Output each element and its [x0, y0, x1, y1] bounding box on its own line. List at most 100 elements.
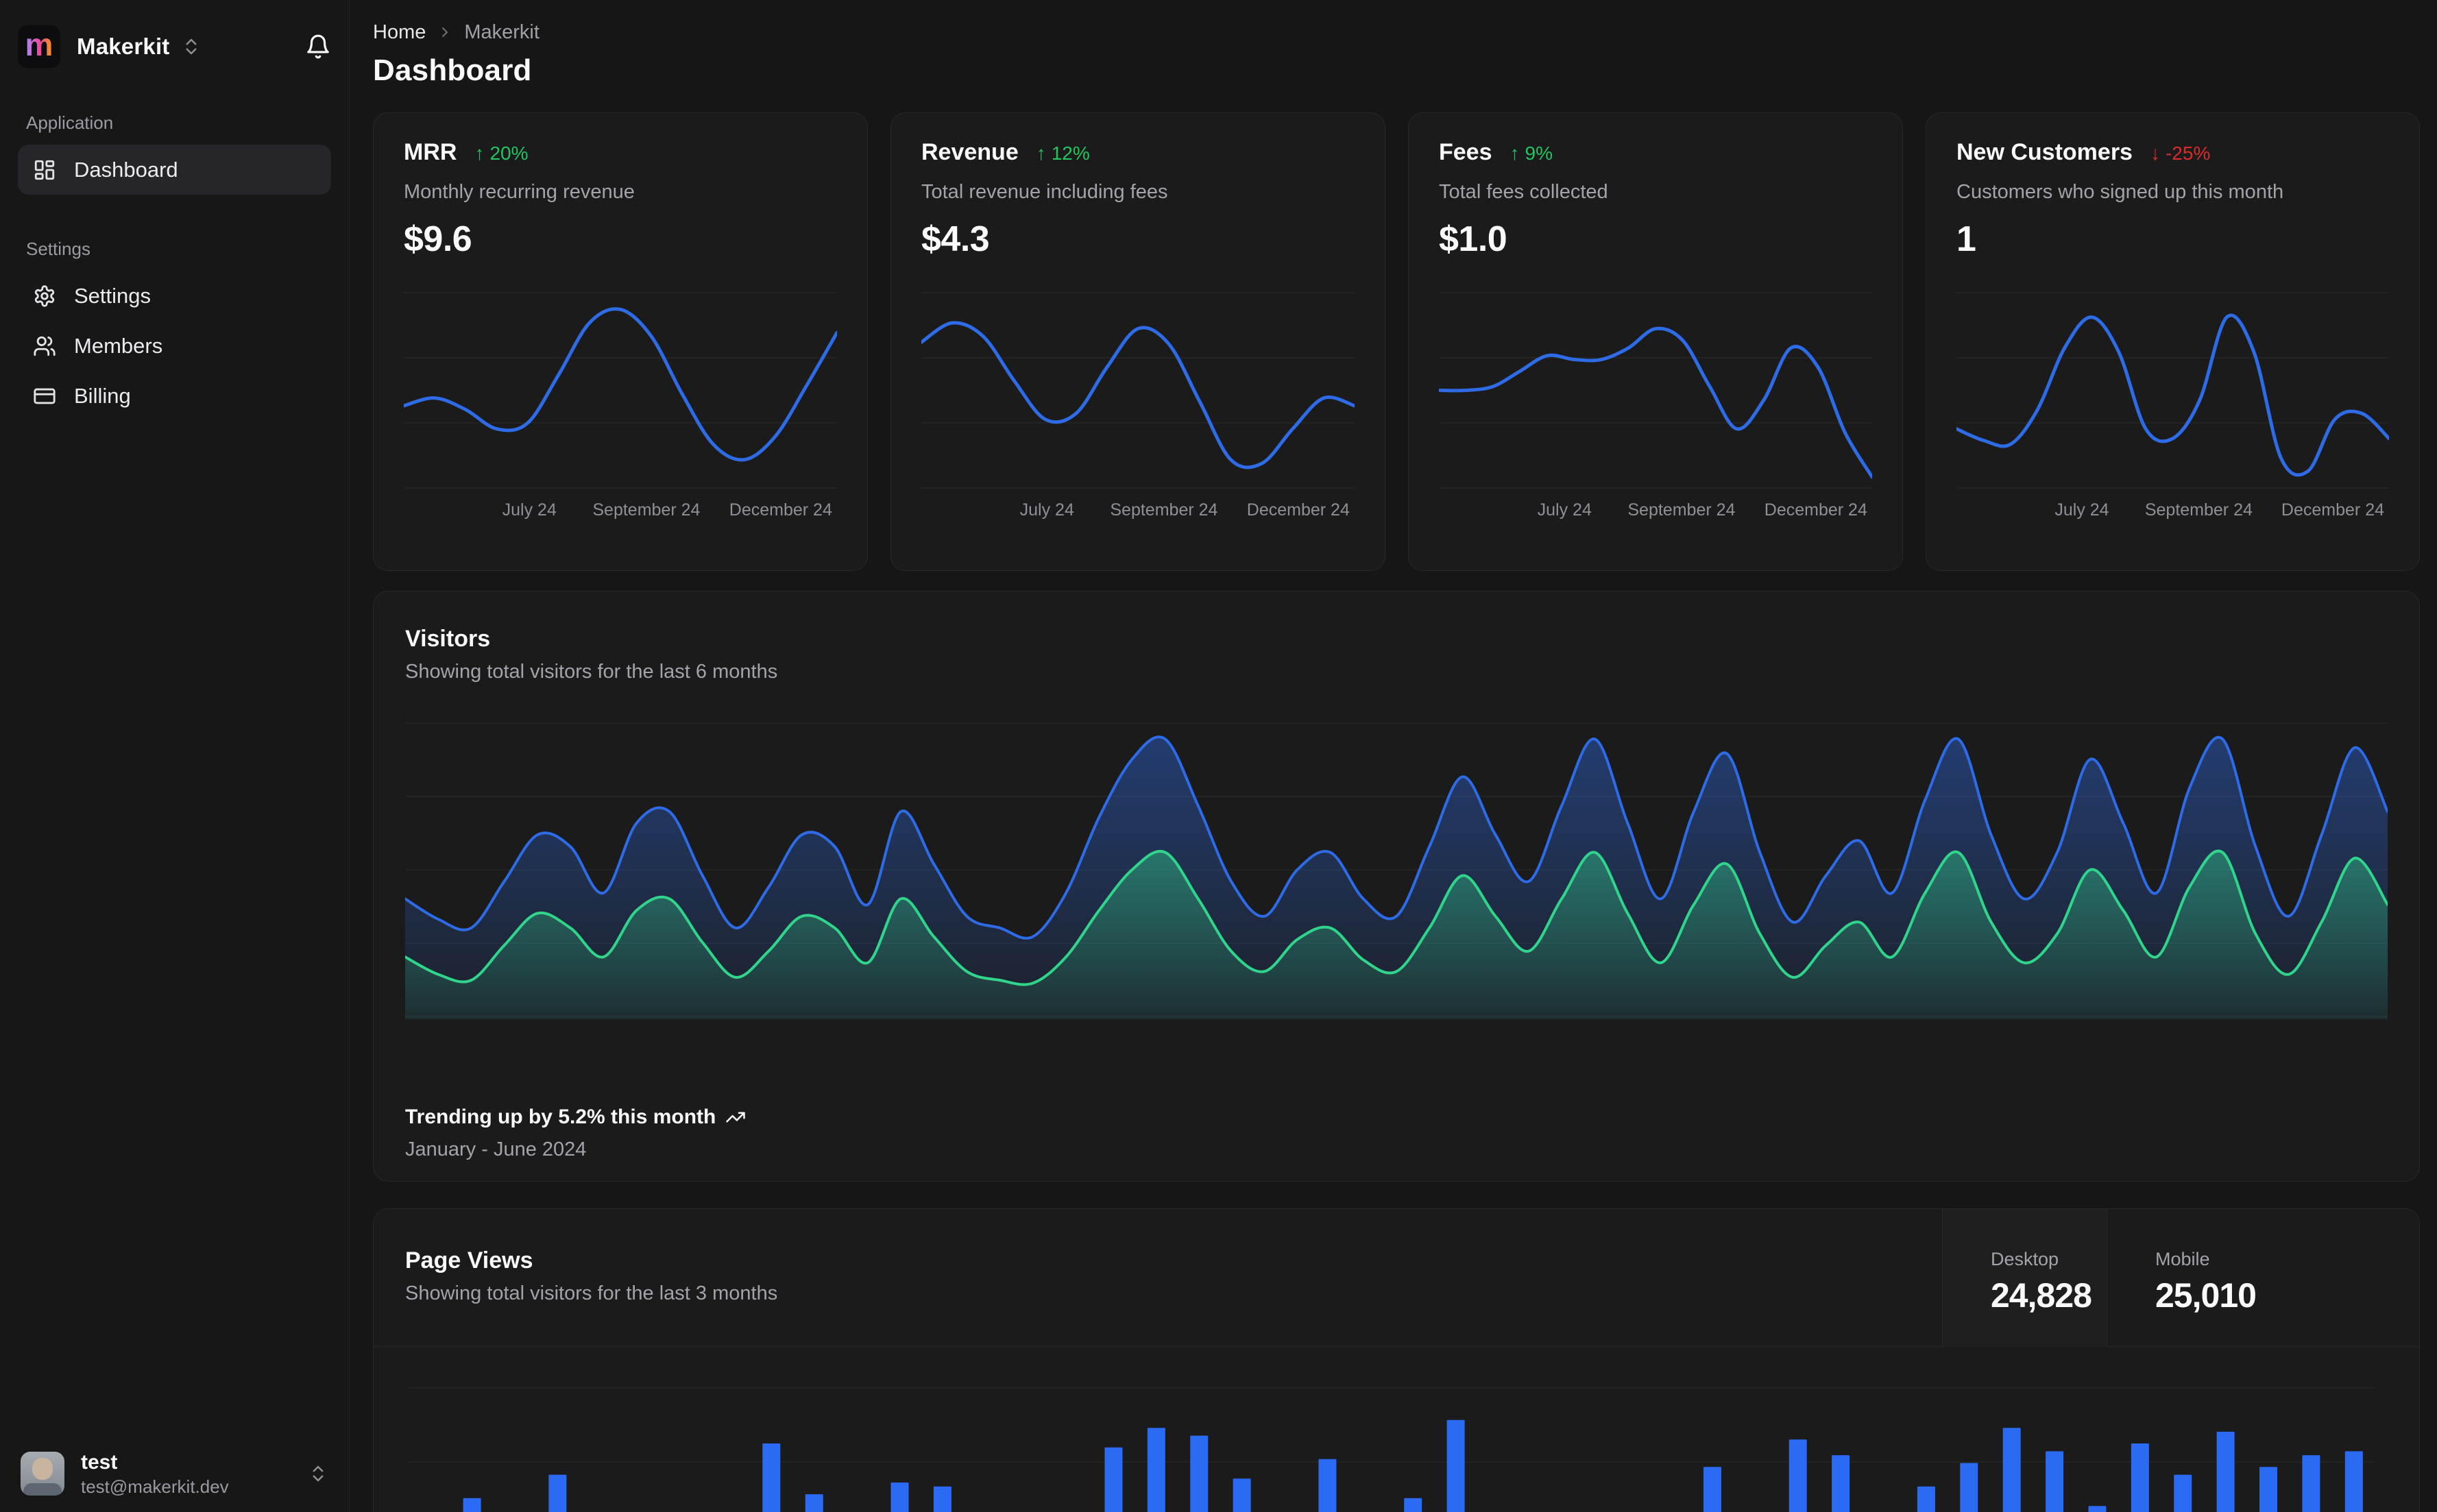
- toggle-value: 24,828: [1991, 1276, 2092, 1315]
- axis-tick: September 24: [1110, 500, 1218, 520]
- sparkline-axis: July 24 September 24 December 24: [1956, 500, 2389, 521]
- trend-value: 12%: [1051, 143, 1090, 164]
- nav-application: Dashboard: [18, 145, 331, 195]
- gear-icon: [33, 284, 56, 308]
- credit-card-icon: [33, 385, 56, 408]
- user-avatar: [21, 1452, 64, 1496]
- axis-tick: December 24: [1764, 500, 1867, 520]
- sidebar-item-label: Dashboard: [74, 157, 178, 182]
- axis-tick: July 24: [2054, 500, 2109, 520]
- axis-tick: September 24: [2144, 500, 2253, 520]
- dashboard-icon: [33, 158, 56, 182]
- stat-card-revenue: Revenue ↑ 12% Total revenue including fe…: [890, 112, 1385, 571]
- visitors-area-chart: [405, 720, 2388, 1019]
- stat-title: Fees: [1439, 139, 1492, 165]
- arrow-up-icon: ↑: [1036, 143, 1046, 164]
- trend-value: 20%: [489, 143, 529, 164]
- device-toggle: Desktop 24,828 Mobile 25,010: [1942, 1209, 2419, 1347]
- toggle-value: 25,010: [2155, 1276, 2257, 1315]
- nav-group-application: Application: [26, 112, 114, 133]
- nav-group-settings: Settings: [26, 239, 90, 259]
- sidebar-item-label: Settings: [74, 283, 151, 308]
- trending-up-icon: [725, 1107, 746, 1127]
- visitors-title: Visitors: [405, 626, 491, 652]
- toggle-label: Desktop: [1991, 1249, 2059, 1269]
- axis-tick: July 24: [502, 500, 557, 520]
- stat-value: $9.6: [404, 219, 472, 259]
- stat-title: MRR: [404, 139, 457, 165]
- main-content: Home Makerkit Dashboard MRR ↑ 20% Monthl…: [350, 0, 2437, 1512]
- stat-value: $4.3: [921, 219, 990, 259]
- stat-card-fees: Fees ↑ 9% Total fees collected $1.0 July…: [1408, 112, 1903, 571]
- stat-description: Total revenue including fees: [921, 181, 1168, 203]
- users-icon: [33, 334, 56, 358]
- arrow-down-icon: ↓: [2150, 143, 2160, 164]
- page-title: Dashboard: [373, 53, 532, 87]
- mrr-sparkline-chart: [404, 290, 837, 491]
- page-views-card: Page Views Showing total visitors for th…: [373, 1208, 2420, 1512]
- dashboard-page: { "sidebar": { "brand": "Makerkit", "sec…: [0, 0, 2437, 1512]
- toggle-label: Mobile: [2155, 1249, 2210, 1269]
- visitors-trend-text: Trending up by 5.2% this month: [405, 1106, 716, 1128]
- visitors-card: Visitors Showing total visitors for the …: [373, 591, 2420, 1182]
- stat-title: New Customers: [1956, 139, 2133, 165]
- axis-tick: December 24: [729, 500, 832, 520]
- stat-description: Total fees collected: [1439, 181, 1608, 203]
- visitors-date-range: January - June 2024: [405, 1138, 587, 1160]
- stat-description: Monthly recurring revenue: [404, 181, 635, 203]
- workspace-selector[interactable]: m Makerkit: [18, 25, 331, 69]
- page-views-bar-chart: [408, 1365, 2375, 1512]
- axis-tick: December 24: [2281, 500, 2385, 520]
- brand-name: Makerkit: [77, 34, 170, 59]
- sparkline-axis: July 24 September 24 December 24: [1439, 500, 1872, 521]
- stat-value: 1: [1956, 219, 1976, 259]
- axis-tick: September 24: [1627, 500, 1736, 520]
- visitors-footer: Trending up by 5.2% this month January -…: [405, 1106, 2388, 1161]
- visitors-subtitle: Showing total visitors for the last 6 mo…: [405, 661, 778, 683]
- trend-value: 9%: [1525, 143, 1553, 164]
- revenue-sparkline-chart: [921, 290, 1355, 491]
- stat-cards-row: MRR ↑ 20% Monthly recurring revenue $9.6…: [373, 112, 2420, 571]
- breadcrumb: Home Makerkit: [373, 21, 2420, 44]
- chevrons-up-down-icon: [308, 1463, 328, 1484]
- arrow-up-icon: ↑: [474, 143, 485, 164]
- customers-sparkline-chart: [1956, 290, 2389, 491]
- breadcrumb-current: Makerkit: [464, 21, 539, 43]
- user-meta: test test@makerkit.dev: [81, 1450, 229, 1498]
- sparkline-axis: July 24 September 24 December 24: [921, 500, 1355, 521]
- chevron-right-icon: [437, 24, 453, 40]
- fees-sparkline-chart: [1439, 290, 1872, 491]
- sidebar-item-settings[interactable]: Settings: [18, 271, 331, 321]
- sidebar: m Makerkit Application Dashboard Setting…: [0, 0, 350, 1512]
- user-menu[interactable]: test test@makerkit.dev: [0, 1435, 349, 1512]
- user-email: test@makerkit.dev: [81, 1476, 229, 1497]
- stat-description: Customers who signed up this month: [1956, 181, 2284, 203]
- stat-value: $1.0: [1439, 219, 1507, 259]
- stat-title: Revenue: [921, 139, 1019, 165]
- sidebar-item-members[interactable]: Members: [18, 321, 331, 371]
- stat-card-mrr: MRR ↑ 20% Monthly recurring revenue $9.6…: [373, 112, 868, 571]
- nav-settings: Settings Members Billing: [18, 271, 331, 421]
- sidebar-item-dashboard[interactable]: Dashboard: [18, 145, 331, 195]
- toggle-mobile[interactable]: Mobile 25,010: [2107, 1209, 2419, 1347]
- axis-tick: July 24: [1537, 500, 1592, 520]
- breadcrumb-home[interactable]: Home: [373, 21, 426, 44]
- trend-badge: ↓ -25%: [2150, 143, 2210, 164]
- axis-tick: September 24: [592, 500, 701, 520]
- toggle-desktop[interactable]: Desktop 24,828: [1942, 1209, 2107, 1347]
- sidebar-item-billing[interactable]: Billing: [18, 371, 331, 421]
- sidebar-item-label: Billing: [74, 383, 131, 408]
- axis-tick: July 24: [1019, 500, 1074, 520]
- trend-badge: ↑ 12%: [1036, 143, 1090, 164]
- trend-value: -25%: [2165, 143, 2211, 164]
- sidebar-item-label: Members: [74, 333, 163, 358]
- arrow-up-icon: ↑: [1510, 143, 1520, 164]
- user-name: test: [81, 1451, 118, 1474]
- axis-tick: December 24: [1246, 500, 1350, 520]
- trend-badge: ↑ 20%: [474, 143, 528, 164]
- trend-badge: ↑ 9%: [1510, 143, 1553, 164]
- bell-icon[interactable]: [305, 34, 331, 60]
- sparkline-axis: July 24 September 24 December 24: [404, 500, 837, 521]
- stat-card-new-customers: New Customers ↓ -25% Customers who signe…: [1926, 112, 2420, 571]
- brand-logo: m: [18, 25, 60, 68]
